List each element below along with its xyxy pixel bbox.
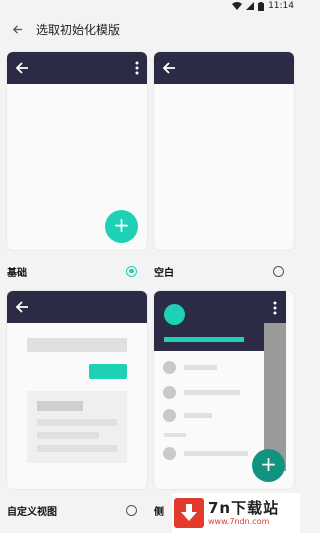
placeholder-line	[37, 432, 99, 439]
template-card-custom-view[interactable]	[7, 291, 147, 489]
menu-item-icon	[163, 447, 176, 460]
placeholder-line	[37, 445, 117, 452]
back-arrow-icon	[12, 20, 23, 39]
arrow-left-icon	[15, 60, 29, 79]
preview-toolbar	[7, 52, 147, 84]
wifi-icon	[232, 2, 243, 10]
radio-unselected[interactable]	[273, 265, 284, 277]
template-label: 空白	[154, 267, 174, 279]
drawer-menu	[154, 351, 264, 471]
placeholder-line	[37, 419, 117, 426]
fab-add-icon: +	[252, 449, 285, 482]
more-vert-icon	[135, 60, 139, 79]
status-bar: 11:14	[0, 0, 300, 13]
status-time: 11:14	[268, 1, 294, 11]
drawer-header	[154, 291, 264, 351]
menu-item-icon	[163, 386, 176, 399]
menu-item-icon	[163, 361, 176, 374]
placeholder-button	[89, 364, 127, 379]
fab-add-icon: +	[105, 210, 138, 243]
preview-toolbar	[264, 291, 286, 323]
placeholder-panel	[27, 391, 127, 463]
page-title: 选取初始化模版	[36, 22, 121, 37]
template-option-blank[interactable]: 空白	[154, 261, 284, 281]
battery-icon	[258, 1, 265, 11]
menu-item-line	[184, 365, 217, 370]
preview-toolbar	[7, 291, 147, 323]
watermark-url: www.7ndn.com	[208, 516, 270, 526]
template-label: 自定义视图	[7, 506, 57, 518]
more-vert-icon	[273, 300, 277, 319]
template-option-drawer[interactable]: 侧	[154, 500, 174, 520]
site-watermark: 7n下载站 www.7ndn.com	[172, 493, 300, 533]
template-card-drawer[interactable]: +	[154, 291, 294, 489]
placeholder-line	[37, 401, 83, 411]
template-card-basic[interactable]: +	[7, 52, 147, 250]
arrow-left-icon	[162, 60, 176, 79]
placeholder-line	[164, 337, 244, 342]
arrow-left-icon	[15, 299, 29, 318]
placeholder-bar	[27, 338, 127, 352]
radio-unselected[interactable]	[126, 504, 137, 516]
template-option-custom-view[interactable]: 自定义视图	[7, 500, 137, 520]
radio-selected[interactable]	[126, 265, 137, 277]
template-card-blank[interactable]	[154, 52, 294, 250]
menu-divider	[164, 433, 186, 437]
avatar	[164, 304, 185, 325]
signal-icon	[246, 2, 255, 10]
watermark-title: 7n下载站	[208, 498, 280, 517]
template-label: 侧	[154, 506, 164, 518]
menu-item-icon	[163, 409, 176, 422]
menu-item-line	[184, 390, 240, 395]
app-bar: 选取初始化模版	[0, 13, 300, 45]
menu-item-line	[184, 413, 212, 418]
menu-item-line	[184, 451, 248, 456]
preview-toolbar	[154, 52, 294, 84]
template-option-basic[interactable]: 基础	[7, 261, 137, 281]
download-arrow-icon	[174, 498, 204, 528]
template-label: 基础	[7, 267, 27, 279]
back-button[interactable]	[0, 13, 34, 45]
